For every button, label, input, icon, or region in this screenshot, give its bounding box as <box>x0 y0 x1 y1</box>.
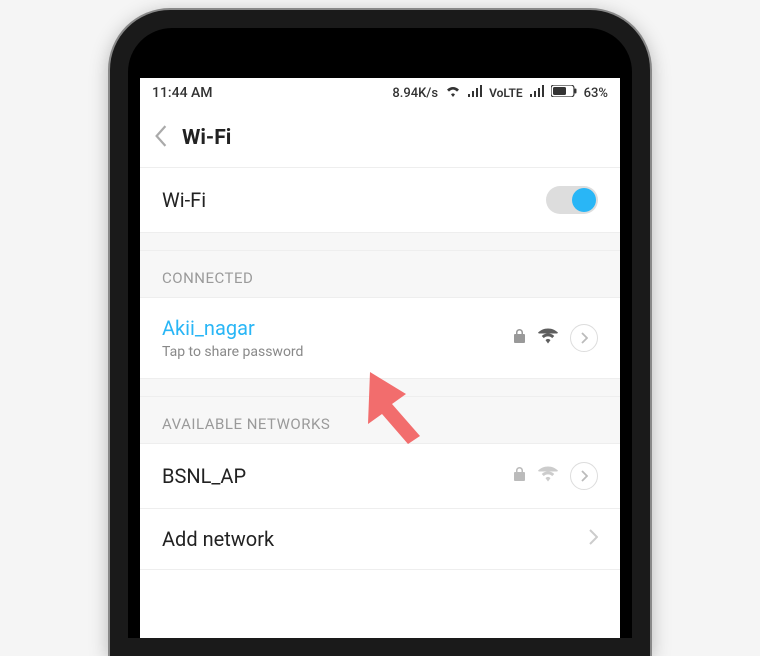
phone-frame: 11:44 AM 8.94K/s VoLTE <box>110 10 650 656</box>
available-section-header: AVAILABLE NETWORKS <box>140 397 620 444</box>
wifi-signal-icon <box>538 466 558 486</box>
add-network-label: Add network <box>162 527 274 551</box>
connected-subtitle: Tap to share password <box>162 344 303 360</box>
connected-network-row[interactable]: Akii_nagar Tap to share password <box>140 298 620 379</box>
section-gap <box>140 233 620 251</box>
details-button[interactable] <box>570 324 598 352</box>
screen: 11:44 AM 8.94K/s VoLTE <box>140 78 620 638</box>
wifi-signal-icon <box>538 328 558 348</box>
wifi-status-icon <box>445 85 461 101</box>
page-title: Wi-Fi <box>182 126 231 150</box>
section-gap <box>140 379 620 397</box>
page-header: Wi-Fi <box>140 108 620 168</box>
lock-icon <box>513 466 526 486</box>
wifi-toggle-label: Wi-Fi <box>162 188 206 212</box>
back-button[interactable] <box>154 125 168 151</box>
battery-icon <box>551 85 577 101</box>
status-right: 8.94K/s VoLTE 63% <box>392 85 608 101</box>
status-time: 11:44 AM <box>152 85 213 101</box>
available-network-row[interactable]: BSNL_AP <box>140 444 620 509</box>
add-network-row[interactable]: Add network <box>140 509 620 570</box>
connected-ssid: Akii_nagar <box>162 316 303 340</box>
chevron-right-icon <box>588 529 598 549</box>
lock-icon <box>513 328 526 348</box>
toggle-knob <box>572 188 596 212</box>
phone-bezel: 11:44 AM 8.94K/s VoLTE <box>128 28 632 638</box>
status-bar: 11:44 AM 8.94K/s VoLTE <box>140 78 620 108</box>
details-button[interactable] <box>570 462 598 490</box>
wifi-toggle-switch[interactable] <box>546 186 598 214</box>
signal-2-icon <box>530 85 544 101</box>
status-volte: VoLTE <box>489 86 523 100</box>
signal-1-icon <box>468 85 482 101</box>
status-battery-pct: 63% <box>584 86 608 101</box>
connected-section-header: CONNECTED <box>140 251 620 298</box>
available-ssid: BSNL_AP <box>162 464 246 488</box>
status-speed: 8.94K/s <box>392 86 438 101</box>
wifi-toggle-row[interactable]: Wi-Fi <box>140 168 620 233</box>
